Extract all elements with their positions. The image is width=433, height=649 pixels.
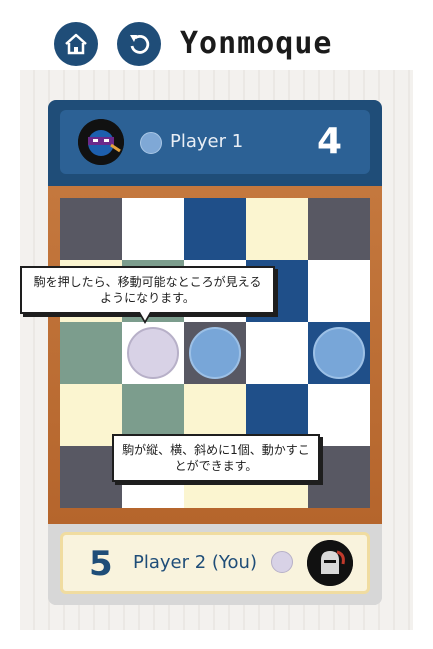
player1-score: 4 [316, 121, 342, 162]
restart-icon [130, 35, 150, 54]
home-icon [65, 33, 87, 55]
tip-text-move-hint: 駒を押したら、移動可能なところが見えるようになります。 [33, 275, 262, 305]
ninja-avatar-icon [78, 119, 124, 165]
player2-name: Player 2 (You) [133, 552, 257, 573]
player2-color-dot [271, 551, 293, 573]
board-cell[interactable] [122, 322, 184, 384]
board-cell[interactable] [246, 198, 308, 260]
board-cell[interactable] [122, 198, 184, 260]
tip-bubble-move-rule: 駒が縦、横、斜めに1個、動かすことができます。 [112, 434, 320, 482]
player1-color-dot [140, 132, 162, 154]
top-bar: Yonmoque [0, 0, 433, 90]
board-cell[interactable] [184, 322, 246, 384]
player1-piece[interactable] [313, 327, 365, 379]
player2-card: 5 Player 2 (You) [60, 532, 370, 594]
player1-avatar [78, 119, 124, 165]
bubble-tail [138, 312, 152, 324]
game-panel: Player 1 4 5 Player 2 (You) [48, 100, 382, 605]
tip-text-move-rule: 駒が縦、横、斜めに1個、動かすことができます。 [122, 443, 310, 473]
knight-avatar-icon [307, 540, 353, 586]
board-cell[interactable] [308, 198, 370, 260]
board-cell[interactable] [60, 322, 122, 384]
restart-button[interactable] [117, 22, 161, 66]
board-cell[interactable] [184, 198, 246, 260]
player2-score: 5 [89, 544, 113, 584]
player1-piece[interactable] [189, 327, 241, 379]
board-cell[interactable] [308, 322, 370, 384]
board-cell[interactable] [246, 322, 308, 384]
game-title: Yonmoque [180, 26, 333, 61]
player2-footer: 5 Player 2 (You) [48, 524, 382, 605]
board-cell[interactable] [308, 260, 370, 322]
home-button[interactable] [54, 22, 98, 66]
board-cell[interactable] [60, 198, 122, 260]
tip-bubble-move-hint: 駒を押したら、移動可能なところが見えるようになります。 [20, 266, 275, 324]
player1-card: Player 1 4 [60, 110, 370, 174]
player1-name: Player 1 [170, 131, 244, 152]
player2-piece[interactable] [127, 327, 179, 379]
player1-header: Player 1 4 [48, 100, 382, 186]
player2-avatar [307, 540, 353, 586]
